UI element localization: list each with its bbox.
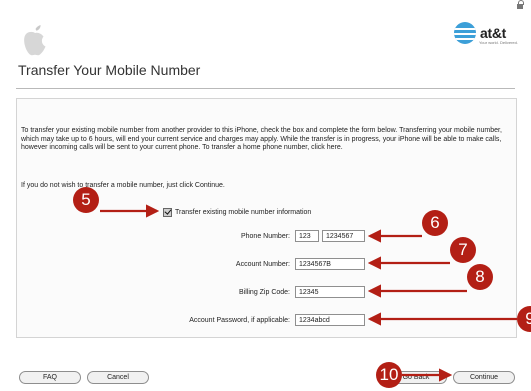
- callout-badge-6: 6: [422, 210, 448, 236]
- callout-badge-10: 10: [376, 362, 402, 388]
- callout-badge-7: 7: [450, 237, 476, 263]
- callout-badge-5: 5: [73, 187, 99, 213]
- callout-badge-8: 8: [467, 264, 493, 290]
